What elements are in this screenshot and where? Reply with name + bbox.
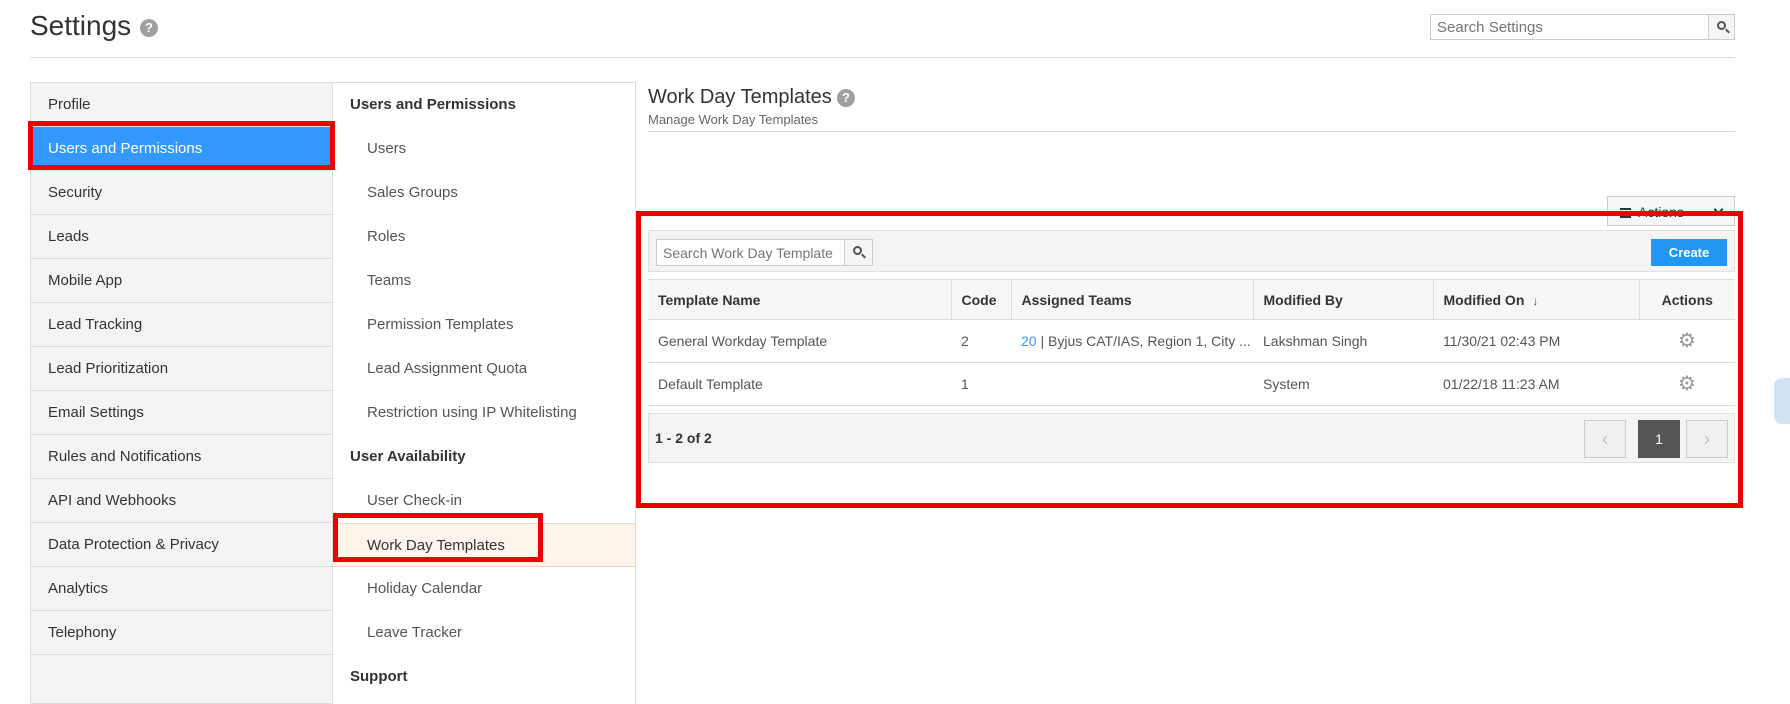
subnav-group-user-availability: User Availability <box>350 448 466 465</box>
menu-icon <box>1620 208 1631 210</box>
actions-dropdown[interactable]: Actions <box>1607 196 1735 226</box>
search-icon <box>853 246 862 255</box>
cell-modified-on: 01/22/18 11:23 AM <box>1433 362 1639 406</box>
assigned-teams-text: | Byjus CAT/IAS, Region 1, City ... <box>1036 333 1251 349</box>
cell-modified-by: System <box>1253 362 1433 406</box>
work-day-templates-panel: Create Template Name Code Assigned Teams… <box>648 230 1735 465</box>
cell-modified-on: 11/30/21 02:43 PM <box>1433 319 1639 363</box>
template-search-button[interactable] <box>844 240 872 265</box>
cell-template-name: Default Template <box>648 362 951 406</box>
table-header-row: Template Name Code Assigned Teams Modifi… <box>648 279 1735 320</box>
column-header-actions: Actions <box>1638 279 1735 320</box>
table-row: Default Template 1 System 01/22/18 11:23… <box>648 362 1735 406</box>
gear-icon[interactable]: ⚙ <box>1678 374 1696 394</box>
nav-item-leads[interactable]: Leads <box>31 215 332 259</box>
nav-item-analytics[interactable]: Analytics <box>31 567 332 611</box>
pagination-info: 1 - 2 of 2 <box>655 430 712 446</box>
column-header-assigned-teams[interactable]: Assigned Teams <box>1010 279 1253 320</box>
subnav-item-lead-assignment-quota[interactable]: Lead Assignment Quota <box>333 347 635 391</box>
nav-item-rules-and-notifications[interactable]: Rules and Notifications <box>31 435 332 479</box>
cell-assigned-teams <box>1011 362 1253 406</box>
page-title: Settings <box>30 10 132 41</box>
content-subtitle: Manage Work Day Templates <box>648 112 819 127</box>
cell-modified-by: Lakshman Singh <box>1253 319 1433 363</box>
sort-descending-icon: ↓ <box>1532 293 1539 308</box>
column-header-code[interactable]: Code <box>950 279 1011 320</box>
help-icon[interactable]: ? <box>140 19 158 37</box>
nav-item-api-and-webhooks[interactable]: API and Webhooks <box>31 479 332 523</box>
table-row: General Workday Template 2 20 | Byjus CA… <box>648 319 1735 363</box>
cell-code: 2 <box>951 319 1011 363</box>
settings-search-button[interactable] <box>1708 15 1734 39</box>
nav-item-data-protection[interactable]: Data Protection & Privacy <box>31 523 332 567</box>
subnav-item-ip-whitelisting[interactable]: Restriction using IP Whitelisting <box>333 391 635 435</box>
cell-assigned-teams: 20 | Byjus CAT/IAS, Region 1, City ... <box>1011 319 1253 363</box>
subnav-group-users-and-permissions: Users and Permissions <box>350 96 516 113</box>
content-title: Work Day Templates <box>648 86 832 108</box>
settings-header: Settings ? <box>30 0 1735 58</box>
subnav-item-leave-tracker[interactable]: Leave Tracker <box>333 611 635 655</box>
chevron-down-icon <box>1713 204 1724 215</box>
subnav-item-work-day-templates[interactable]: Work Day Templates <box>333 523 635 567</box>
subnav-item-permission-templates[interactable]: Permission Templates <box>333 303 635 347</box>
subnav-item-user-check-in[interactable]: User Check-in <box>333 479 635 523</box>
gear-icon[interactable]: ⚙ <box>1678 331 1696 351</box>
pagination-bar: 1 - 2 of 2 ‹ 1 › <box>648 413 1735 463</box>
nav-item-telephony[interactable]: Telephony <box>31 611 332 655</box>
subnav-group-support: Support <box>350 668 408 685</box>
subnav-item-roles[interactable]: Roles <box>333 215 635 259</box>
nav-item-profile[interactable]: Profile <box>31 83 332 127</box>
next-page-button[interactable]: › <box>1686 420 1728 458</box>
assigned-teams-count-link[interactable]: 20 <box>1021 333 1037 349</box>
cell-template-name: General Workday Template <box>648 319 951 363</box>
column-header-modified-on[interactable]: Modified On ↓ <box>1432 279 1639 320</box>
nav-item-security[interactable]: Security <box>31 171 332 215</box>
cell-actions: ⚙ <box>1639 319 1735 363</box>
search-icon <box>1717 21 1726 30</box>
nav-item-lead-tracking[interactable]: Lead Tracking <box>31 303 332 347</box>
settings-category-nav: Profile Users and Permissions Security L… <box>30 82 333 704</box>
content-divider <box>648 131 1735 132</box>
cell-actions: ⚙ <box>1639 362 1735 406</box>
column-header-modified-by[interactable]: Modified By <box>1252 279 1433 320</box>
settings-search <box>1430 14 1735 40</box>
template-search <box>656 239 873 266</box>
actions-dropdown-label: Actions <box>1638 204 1684 220</box>
nav-item-mobile-app[interactable]: Mobile App <box>31 259 332 303</box>
column-header-modified-on-label: Modified On <box>1443 291 1525 308</box>
templates-table: Template Name Code Assigned Teams Modifi… <box>648 279 1735 406</box>
settings-subnav: Users and Permissions Users Sales Groups… <box>333 82 636 704</box>
cell-code: 1 <box>951 362 1011 406</box>
column-header-template-name[interactable]: Template Name <box>648 279 951 320</box>
subnav-item-teams[interactable]: Teams <box>333 259 635 303</box>
subnav-item-holiday-calendar[interactable]: Holiday Calendar <box>333 567 635 611</box>
settings-search-input[interactable] <box>1431 15 1707 39</box>
nav-item-lead-prioritization[interactable]: Lead Prioritization <box>31 347 332 391</box>
create-button[interactable]: Create <box>1651 239 1727 266</box>
side-help-tab[interactable] <box>1774 378 1790 424</box>
content-help-icon[interactable]: ? <box>837 89 855 107</box>
subnav-item-users[interactable]: Users <box>333 127 635 171</box>
template-search-input[interactable] <box>657 240 845 265</box>
nav-item-users-and-permissions[interactable]: Users and Permissions <box>31 127 332 171</box>
page-number-button[interactable]: 1 <box>1638 420 1680 458</box>
nav-item-email-settings[interactable]: Email Settings <box>31 391 332 435</box>
templates-toolbar: Create <box>648 230 1735 272</box>
subnav-item-sales-groups[interactable]: Sales Groups <box>333 171 635 215</box>
previous-page-button[interactable]: ‹ <box>1584 420 1626 458</box>
